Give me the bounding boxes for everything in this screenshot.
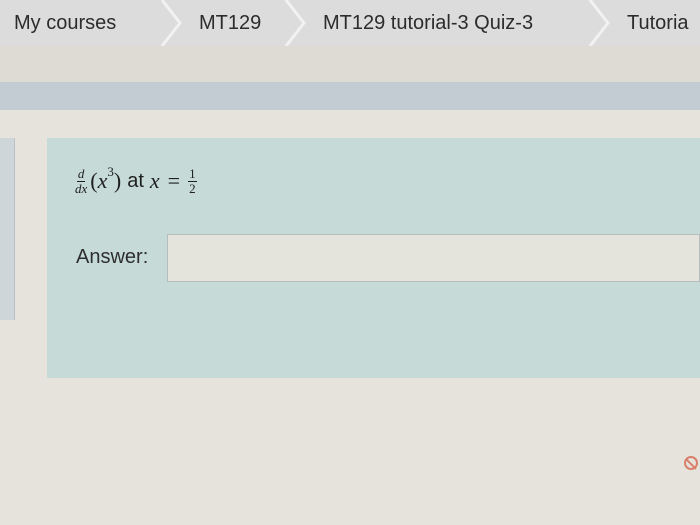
at-variable: x [149,168,160,193]
breadcrumb-my-courses[interactable]: My courses [14,0,116,46]
at-word: at [127,169,144,192]
breadcrumb: My courses MT129 MT129 tutorial-3 Quiz-3… [0,0,700,46]
value-fraction: 1 2 [188,165,197,196]
navigation-bar [0,82,700,110]
question-box: d dx ( x 3 ) at x = 1 2 Answer: [47,138,700,378]
equals-sign: = [167,168,181,193]
chevron-right-icon [588,0,610,46]
exponent: 3 [107,164,114,179]
answer-input[interactable] [167,234,700,282]
question-info-panel [0,138,15,320]
flag-icon[interactable] [684,456,698,470]
question-text: d dx ( x 3 ) at x = 1 2 [75,158,200,204]
answer-label: Answer: [76,246,149,268]
open-paren: ( [90,168,98,193]
chevron-right-icon [284,0,306,46]
breadcrumb-quiz[interactable]: MT129 tutorial-3 Quiz-3 [323,0,533,46]
derivative-denominator: dx [75,180,88,196]
derivative-operator: d dx [75,165,88,196]
base-variable: x [97,168,108,193]
chevron-right-icon [160,0,182,46]
header-band [0,46,700,82]
close-paren: ) [113,168,122,193]
breadcrumb-mt129[interactable]: MT129 [199,0,261,46]
derivative-numerator: d [76,165,86,182]
breadcrumb-tutorial[interactable]: Tutoria [627,0,689,46]
value-denominator: 2 [189,180,196,196]
value-numerator: 1 [188,165,197,182]
